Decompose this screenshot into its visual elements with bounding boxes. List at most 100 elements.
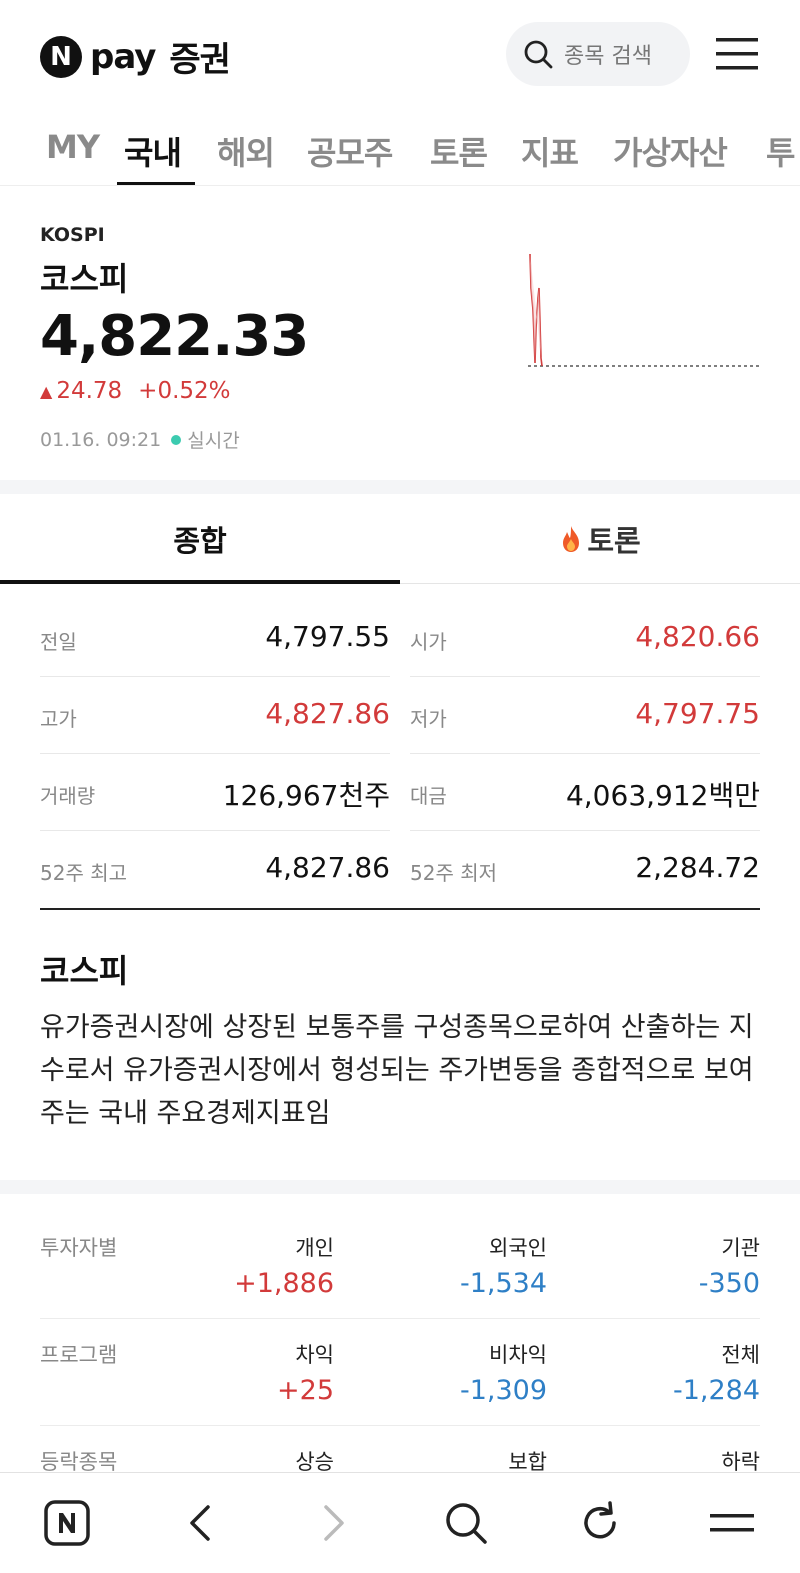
n-home-button[interactable] (43, 1499, 91, 1547)
stat-label: 거래량 (40, 784, 96, 808)
app-header: N pay 증권 종목 검색 (0, 0, 800, 110)
refresh-icon (584, 1501, 616, 1539)
investor-institution: 기관 -350 (620, 1232, 760, 1299)
browser-bottom-nav (0, 1472, 800, 1573)
tab-discussion[interactable]: 토론 (430, 128, 488, 174)
col-header: 외국인 (489, 1236, 547, 1260)
stat-value: 4,827.86 (265, 697, 390, 730)
intraday-sparkline[interactable] (526, 248, 762, 372)
col-header: 차익 (295, 1343, 334, 1367)
program-non-arbitrage: 비차익 -1,309 (407, 1339, 547, 1406)
stats-row: 전일 4,797.55 시가 4,820.66 (40, 600, 760, 677)
datetime-text: 01.16. 09:21 (40, 428, 162, 451)
stat-amount: 대금 4,063,912백만 (410, 754, 760, 831)
stat-value: 4,797.75 (635, 697, 760, 730)
description-text: 유가증권시장에 상장된 보통주를 구성종목으로하여 산출하는 지수로서 유가증권… (40, 1012, 754, 1129)
logo-pay-text: pay (90, 36, 156, 77)
section-divider (0, 480, 800, 494)
logo-n-mark: N (40, 35, 82, 78)
realtime-label: 실시간 (187, 430, 240, 452)
table-row: 투자자별 개인 +1,886 외국인 -1,534 기관 -350 (40, 1212, 760, 1319)
col-value: -1,309 (459, 1375, 547, 1406)
stat-open: 시가 4,820.66 (410, 600, 760, 677)
investor-individual: 개인 +1,886 (194, 1232, 334, 1299)
live-dot-icon (171, 434, 182, 445)
menu-button[interactable] (708, 1499, 756, 1547)
menu-icon (710, 1514, 754, 1532)
stat-high: 고가 4,827.86 (40, 677, 390, 754)
subtab-discussion-label: 토론 (587, 524, 641, 558)
search-icon (446, 1503, 487, 1544)
stat-low: 저가 4,797.75 (410, 677, 760, 754)
program-arbitrage: 차익 +25 (194, 1339, 334, 1406)
col-header: 기관 (721, 1236, 760, 1260)
fire-icon (563, 526, 580, 552)
hamburger-menu-icon[interactable] (716, 36, 758, 72)
tab-domestic[interactable]: 국내 (124, 128, 182, 174)
stat-label: 52주 최고 (40, 861, 128, 885)
index-summary: KOSPI 코스피 4,822.33 ▲ 24.78 +0.52% 01.16.… (0, 188, 800, 478)
forward-button[interactable] (310, 1499, 358, 1547)
description-title: 코스피 (40, 952, 129, 990)
subtab-discussion[interactable]: 토론 (400, 494, 800, 584)
program-total: 전체 -1,284 (620, 1339, 760, 1406)
stat-52w-high: 52주 최고 4,827.86 (40, 831, 390, 908)
stat-label: 저가 (410, 707, 447, 731)
subtab-summary[interactable]: 종합 (0, 494, 400, 584)
stat-label: 52주 최저 (410, 861, 498, 885)
stat-value: 2,284.72 (635, 851, 760, 884)
index-name: 코스피 (40, 260, 129, 298)
market-tabs: MY 국내 해외 공모주 토론 지표 가상자산 투 (0, 110, 800, 186)
stat-label: 고가 (40, 707, 77, 731)
col-value: +25 (277, 1375, 334, 1406)
forward-icon (324, 1505, 344, 1541)
tab-indicators[interactable]: 지표 (521, 128, 579, 174)
tab-overseas[interactable]: 해외 (217, 128, 275, 174)
timestamp: 01.16. 09:21 실시간 (40, 426, 240, 453)
stat-prev-close: 전일 4,797.55 (40, 600, 390, 677)
refresh-button[interactable] (576, 1499, 624, 1547)
tab-my[interactable]: MY (46, 128, 100, 166)
search-button[interactable] (442, 1499, 490, 1547)
change-value: 24.78 (56, 378, 123, 404)
npay-logo[interactable]: N pay 증권 (40, 32, 231, 81)
stats-row: 거래량 126,967천주 대금 4,063,912백만 (40, 754, 760, 831)
col-header: 전체 (721, 1343, 760, 1367)
investor-foreign: 외국인 -1,534 (407, 1232, 547, 1299)
search-placeholder: 종목 검색 (564, 44, 652, 69)
index-symbol: KOSPI (40, 224, 105, 246)
index-change: ▲ 24.78 +0.52% (40, 378, 231, 404)
logo-brand-text: 증권 (169, 40, 231, 80)
tab-ipo[interactable]: 공모주 (307, 128, 393, 174)
back-icon (190, 1505, 210, 1541)
index-price: 4,822.33 (40, 304, 309, 369)
detail-subtabs: 종합 토론 (0, 494, 800, 584)
change-percent: +0.52% (138, 378, 231, 404)
tab-crypto[interactable]: 가상자산 (613, 128, 728, 174)
stat-volume: 거래량 126,967천주 (40, 754, 390, 831)
active-tab-indicator (117, 182, 195, 185)
stock-search-input[interactable]: 종목 검색 (506, 22, 690, 86)
col-value: -350 (698, 1268, 760, 1299)
search-icon (524, 40, 553, 69)
stat-value: 4,827.86 (265, 851, 390, 884)
stat-value: 4,797.55 (265, 620, 390, 653)
back-button[interactable] (176, 1499, 224, 1547)
stats-grid: 전일 4,797.55 시가 4,820.66 고가 4,827.86 저가 4… (40, 600, 760, 908)
stat-52w-low: 52주 최저 2,284.72 (410, 831, 760, 908)
row-label: 투자자별 (40, 1236, 118, 1260)
stat-label: 전일 (40, 630, 77, 654)
stat-value: 4,063,912백만 (565, 779, 760, 812)
row-label: 프로그램 (40, 1343, 118, 1367)
col-header: 비차익 (489, 1343, 547, 1367)
n-home-icon (44, 1500, 90, 1546)
col-header: 개인 (295, 1236, 334, 1260)
section-divider (0, 1180, 800, 1194)
stat-value: 4,820.66 (635, 620, 760, 653)
col-value: +1,886 (234, 1268, 334, 1299)
stat-label: 시가 (410, 630, 447, 654)
tab-more[interactable]: 투 (766, 128, 795, 174)
subtab-summary-label: 종합 (173, 524, 227, 558)
stat-label: 대금 (410, 784, 447, 808)
active-subtab-indicator (0, 580, 400, 584)
